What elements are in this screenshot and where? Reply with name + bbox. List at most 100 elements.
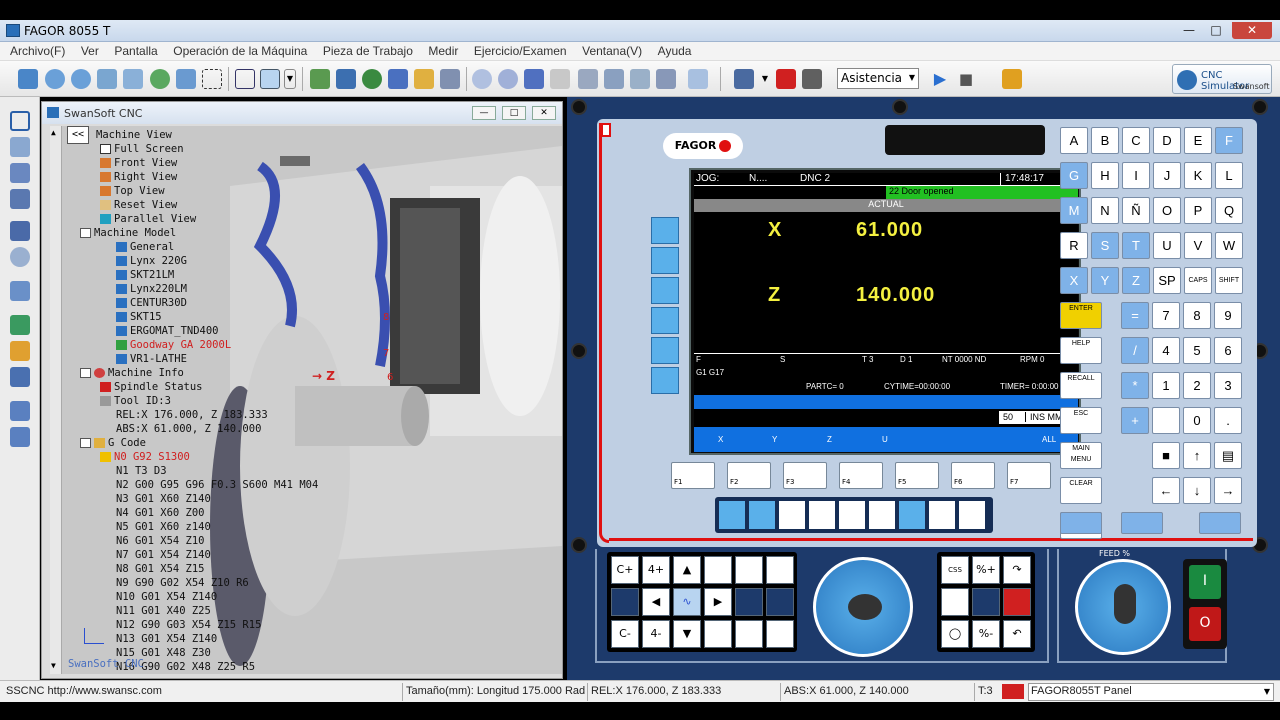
jog-key[interactable] (735, 556, 763, 584)
mode-key-iso[interactable] (749, 501, 775, 529)
swan-minimize-button[interactable]: — (472, 106, 496, 120)
jog-c-minus-key[interactable]: C- (611, 620, 639, 648)
tree-machine-view[interactable]: Machine View (96, 129, 172, 141)
tailstock-icon[interactable] (498, 69, 518, 89)
key-p[interactable]: P (1184, 197, 1212, 224)
mode-key-2[interactable] (809, 501, 835, 529)
exam-icon[interactable] (1002, 69, 1022, 89)
spindle-ccw-key[interactable]: ↶ (1003, 620, 1031, 648)
num-key-5[interactable]: 5 (1183, 337, 1211, 364)
jog-home-key[interactable]: ▲ (673, 556, 701, 584)
export-icon[interactable] (10, 427, 30, 447)
gcode-line[interactable]: N1 T3 D3 (116, 465, 167, 477)
func-key-main-menu[interactable]: MAIN MENU (1060, 442, 1102, 469)
tool-setup-icon[interactable] (10, 221, 30, 241)
f4-key[interactable]: F4 (839, 462, 883, 489)
jog-rapid-key[interactable]: ∿ (673, 588, 701, 616)
gcode-line[interactable]: N6 G01 X54 Z10 (116, 535, 205, 547)
jog-selector-knob[interactable] (813, 557, 913, 657)
key-v[interactable]: V (1184, 232, 1212, 259)
key-b[interactable]: B (1091, 127, 1119, 154)
key-d[interactable]: D (1153, 127, 1181, 154)
menu-medir[interactable]: Medir (422, 42, 464, 60)
menu-pantalla[interactable]: Pantalla (108, 42, 163, 60)
tree-parallel-view[interactable]: Parallel View (100, 213, 196, 225)
key-c[interactable]: C (1122, 127, 1150, 154)
minimize-button[interactable]: — (1176, 22, 1202, 39)
key-ñ[interactable]: Ñ (1122, 197, 1150, 224)
jog-key[interactable] (766, 588, 794, 616)
tree-front-view[interactable]: Front View (100, 157, 177, 169)
tool-path-icon[interactable] (578, 69, 598, 89)
key-n[interactable]: N (1091, 197, 1119, 224)
key-z[interactable]: Z (1122, 267, 1150, 294)
panel-select[interactable]: FAGOR8055T Panel ▼ (1028, 683, 1274, 701)
key-shift[interactable]: SHIFT (1215, 267, 1243, 294)
record-icon[interactable] (776, 69, 796, 89)
mode-key-4[interactable] (869, 501, 895, 529)
arrow-key-icon[interactable]: → (1214, 477, 1242, 504)
operator-key[interactable]: * (1121, 372, 1149, 399)
num-key-3[interactable]: 3 (1214, 372, 1242, 399)
spark-icon[interactable] (414, 69, 434, 89)
dropdown-arrow-icon[interactable]: ▼ (284, 69, 296, 89)
spindle-cw-key[interactable]: ↷ (1003, 556, 1031, 584)
mode-blue-key[interactable] (1121, 512, 1163, 534)
arrow-key-icon[interactable]: ■ (1152, 442, 1180, 469)
gcode-line[interactable]: N11 G01 X40 Z25 (116, 605, 211, 617)
feed-knob-handle[interactable] (1114, 584, 1136, 624)
feed-override-knob[interactable] (1075, 559, 1171, 655)
tree-model-item[interactable]: General (116, 241, 174, 253)
jog-key[interactable] (704, 556, 732, 584)
view-select-icon[interactable] (260, 69, 280, 89)
key-sp[interactable]: SP (1153, 267, 1181, 294)
menu-ver[interactable]: Ver (75, 42, 105, 60)
zoom-in-icon[interactable] (45, 69, 65, 89)
tree-gcode[interactable]: G Code (80, 437, 146, 449)
gcode-line[interactable]: N4 G01 X60 Z00 (116, 507, 205, 519)
rotate-icon[interactable] (150, 69, 170, 89)
gcode-line[interactable]: N12 G90 G03 X54 Z15 R15 (116, 619, 261, 631)
num-key-7[interactable]: 7 (1152, 302, 1180, 329)
select-icon[interactable] (202, 69, 222, 89)
gcode-line[interactable]: N3 G01 X60 Z140 (116, 493, 211, 505)
chuck-icon[interactable] (472, 69, 492, 89)
tool-icon[interactable] (336, 69, 356, 89)
num-key-8[interactable]: 8 (1183, 302, 1211, 329)
css-key[interactable]: CSS (941, 556, 969, 584)
machine-viewport[interactable]: → Z 8 7 6 ▲ ▼ << Machine View Full Scree… (50, 126, 562, 674)
side-softkey-2[interactable] (651, 247, 679, 274)
save-icon[interactable] (18, 69, 38, 89)
mode-key-1[interactable] (779, 501, 805, 529)
coolant-icon[interactable] (362, 69, 382, 89)
zoom-window-icon[interactable] (97, 69, 117, 89)
inspect-icon[interactable] (10, 281, 30, 301)
spindle-plus-key[interactable]: %+ (972, 556, 1000, 584)
operator-key[interactable]: = (1121, 302, 1149, 329)
func-key-esc[interactable]: ESC (1060, 407, 1102, 434)
tree-scrollbar[interactable]: ▲ ▼ (50, 126, 62, 674)
tree-reset-view[interactable]: Reset View (100, 199, 177, 211)
list-icon[interactable] (10, 367, 30, 387)
menu-operacion[interactable]: Operación de la Máquina (167, 42, 313, 60)
assist-select[interactable]: Asistencia ▼ (837, 68, 919, 89)
maximize-button[interactable]: □ (1203, 22, 1229, 39)
tree-model-item[interactable]: Lynx220LM (116, 283, 187, 295)
edit-icon[interactable] (10, 163, 30, 183)
func-key-recall[interactable]: RECALL (1060, 372, 1102, 399)
jog-left-key[interactable]: ◀ (642, 588, 670, 616)
program-icon[interactable] (10, 189, 30, 209)
key-g[interactable]: G (1060, 162, 1088, 189)
side-softkey-6[interactable] (651, 367, 679, 394)
key-a[interactable]: A (1060, 127, 1088, 154)
operator-key[interactable]: / (1121, 337, 1149, 364)
tree-full-screen[interactable]: Full Screen (100, 143, 184, 155)
jog-key[interactable] (766, 620, 794, 648)
func-key-enter[interactable]: ENTER (1060, 302, 1102, 329)
import-icon[interactable] (10, 401, 30, 421)
mode-blue-key[interactable] (1060, 512, 1102, 534)
menu-archivo[interactable]: Archivo(F) (0, 42, 71, 60)
mode-key-5[interactable] (899, 501, 925, 529)
num-key-6[interactable]: 6 (1214, 337, 1242, 364)
key-y[interactable]: Y (1091, 267, 1119, 294)
